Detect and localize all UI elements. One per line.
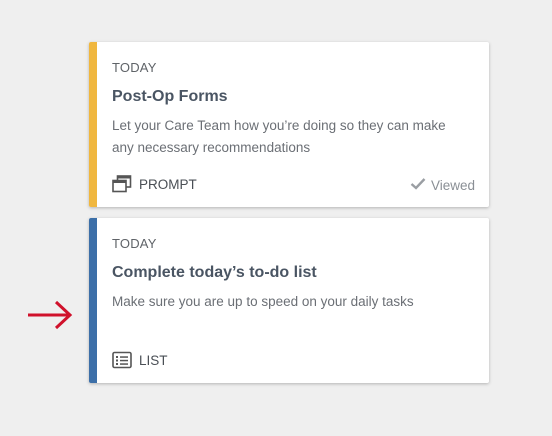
card-date: TODAY [112, 236, 157, 251]
card-accent-bar [89, 42, 97, 207]
card-status-label: Viewed [430, 177, 475, 193]
card-description: Make sure you are up to speed on your da… [112, 294, 414, 309]
card-date: TODAY [112, 60, 157, 75]
task-card-post-op-forms[interactable]: TODAY Post-Op Forms Let your Care Team h… [89, 42, 489, 207]
list-icon [112, 351, 132, 369]
card-status: Viewed [410, 177, 475, 193]
card-type-label: PROMPT [139, 176, 197, 192]
right-arrow-icon [26, 298, 74, 337]
task-card-todo-list[interactable]: TODAY Complete today’s to-do list Make s… [89, 218, 489, 383]
card-type: LIST [112, 351, 168, 369]
card-description: Let your Care Team how you’re doing so t… [112, 118, 446, 155]
windows-icon [112, 175, 132, 193]
card-type: PROMPT [112, 175, 197, 193]
checkmark-icon [410, 177, 426, 193]
card-title[interactable]: Post-Op Forms [112, 88, 228, 106]
card-type-label: LIST [139, 352, 168, 368]
card-title[interactable]: Complete today’s to-do list [112, 264, 317, 282]
card-accent-bar [89, 218, 97, 383]
